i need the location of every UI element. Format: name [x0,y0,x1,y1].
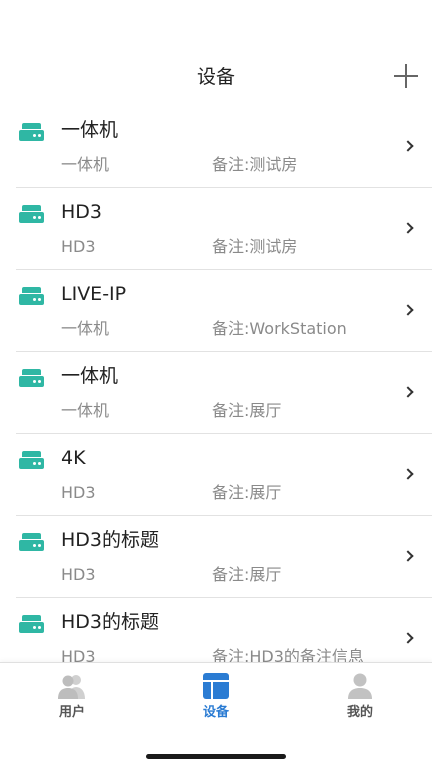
tab-devices-label: 设备 [202,705,229,720]
device-icon [19,533,44,551]
device-remark: 备注:展厅 [212,401,282,420]
device-type: 一体机 [61,155,110,174]
device-row[interactable]: 一体机 一体机 备注:测试房 [16,106,432,188]
tab-profile-label: 我的 [346,705,373,720]
device-icon [19,451,44,469]
device-type: 一体机 [61,401,110,420]
device-name: 一体机 [61,365,119,387]
device-list[interactable]: 一体机 一体机 备注:测试房 HD3 HD3 备注:测试房 LIVE-IP 一体… [0,106,432,662]
device-name: HD3的标题 [61,529,160,551]
device-remark: 备注:展厅 [212,483,282,502]
device-type: HD3 [61,647,96,662]
device-type: 一体机 [61,319,110,338]
device-remark: 备注:HD3的备注信息 [212,647,364,662]
device-remark: 备注:WorkStation [212,319,347,338]
tab-profile[interactable]: 我的 [288,663,432,733]
device-row[interactable]: HD3的标题 HD3 备注:HD3的备注信息 [16,598,432,662]
device-icon [19,287,44,305]
device-type: HD3 [61,483,96,502]
page-title: 设备 [196,66,235,88]
device-row[interactable]: HD3的标题 HD3 备注:展厅 [16,516,432,598]
device-row[interactable]: 4K HD3 备注:展厅 [16,434,432,516]
add-device-button[interactable] [392,62,420,90]
device-name: LIVE-IP [61,283,127,305]
device-row[interactable]: HD3 HD3 备注:测试房 [16,188,432,270]
tab-devices[interactable]: 设备 [144,663,288,733]
chevron-right-icon [402,222,414,234]
users-icon [58,675,85,699]
tab-users[interactable]: 用户 [0,663,144,733]
device-list-screen: 设备 一体机 一体机 备注:测试房 HD3 HD3 备注:测试房 LIVE-IP… [0,0,432,768]
device-remark: 备注:测试房 [212,155,298,174]
device-name: HD3 [61,201,103,223]
device-icon [19,369,44,387]
device-name: HD3的标题 [61,611,160,633]
tab-users-label: 用户 [58,705,85,720]
device-name: 4K [61,447,86,469]
top-bar: 设备 [0,0,432,108]
device-remark: 备注:展厅 [212,565,282,584]
chevron-right-icon [402,632,414,644]
chevron-right-icon [402,550,414,562]
home-indicator [146,754,286,759]
chevron-right-icon [402,140,414,152]
device-icon [19,615,44,633]
chevron-right-icon [402,304,414,316]
device-row[interactable]: 一体机 一体机 备注:展厅 [16,352,432,434]
profile-icon [348,673,372,699]
bottom-tab-bar: 用户 设备 我的 [0,662,432,768]
device-tab-icon [203,673,229,699]
device-row[interactable]: LIVE-IP 一体机 备注:WorkStation [16,270,432,352]
chevron-right-icon [402,386,414,398]
device-type: HD3 [61,237,96,256]
device-name: 一体机 [61,119,119,141]
device-icon [19,123,44,141]
chevron-right-icon [402,468,414,480]
device-type: HD3 [61,565,96,584]
device-remark: 备注:测试房 [212,237,298,256]
device-icon [19,205,44,223]
